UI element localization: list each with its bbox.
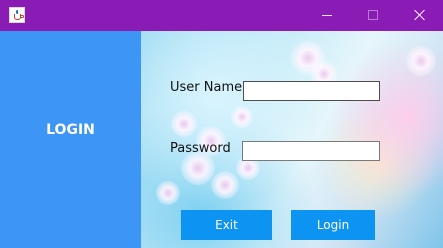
exit-button[interactable]: Exit [181,210,272,240]
side-panel: LOGIN [0,31,141,248]
close-button[interactable] [396,0,442,31]
username-label: User Name [170,80,243,95]
username-field[interactable] [243,81,380,101]
minimize-button[interactable] [304,0,350,31]
password-label: Password [170,141,231,156]
login-window: LOGIN User Name Password Exit Login [0,0,443,248]
maximize-icon [368,10,378,20]
login-heading: LOGIN [46,122,95,138]
maximize-button[interactable] [350,0,396,31]
title-bar[interactable] [0,0,443,31]
java-cup-icon[interactable] [9,7,25,23]
minimize-icon [322,15,332,16]
login-button[interactable]: Login [291,210,375,240]
password-field[interactable] [242,141,380,161]
